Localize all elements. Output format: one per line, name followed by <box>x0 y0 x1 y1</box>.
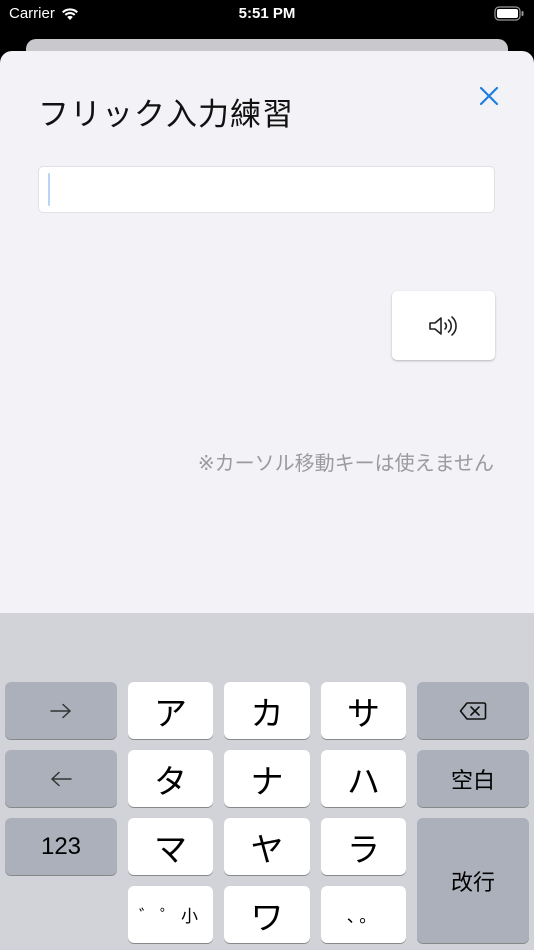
speaker-icon <box>428 315 457 336</box>
key-na[interactable]: ナ <box>224 750 310 807</box>
key-wa[interactable]: ワ <box>224 886 310 943</box>
key-a[interactable]: ア <box>128 682 213 739</box>
backspace-key[interactable] <box>417 682 529 739</box>
arrow-left-icon <box>51 771 72 786</box>
cursor-key-note: ※カーソル移動キーは使えません <box>197 451 494 475</box>
practice-sheet: フリック入力練習 ※カーソル移動キーは使えません <box>0 51 534 613</box>
key-sa[interactable]: サ <box>321 682 406 739</box>
status-time: 5:51 PM <box>238 5 296 22</box>
key-ha[interactable]: ハ <box>321 750 406 807</box>
text-caret <box>48 173 50 206</box>
speak-button[interactable] <box>392 291 495 360</box>
numbers-key[interactable]: 123 <box>5 818 117 875</box>
close-button[interactable] <box>476 83 502 109</box>
return-key[interactable]: 改行 <box>417 818 529 943</box>
arrow-right-icon <box>50 703 71 718</box>
cursor-left-key[interactable] <box>5 750 117 807</box>
key-ra[interactable]: ラ <box>321 818 406 875</box>
delete-backspace-icon <box>459 701 487 720</box>
page-title: フリック入力練習 <box>38 97 294 133</box>
key-ta[interactable]: タ <box>128 750 213 807</box>
flick-keyboard: ア カ サ タ ナ ハ 空白 123 マ ヤ ラ 改行 ゛゜小 ワ 、。 <box>0 613 534 950</box>
cursor-right-key[interactable] <box>5 682 117 739</box>
dakuten-key[interactable]: ゛゜小 <box>128 886 213 943</box>
close-icon <box>479 86 499 106</box>
space-key[interactable]: 空白 <box>417 750 529 807</box>
key-ma[interactable]: マ <box>128 818 213 875</box>
key-ka[interactable]: カ <box>224 682 310 739</box>
key-ya[interactable]: ヤ <box>224 818 310 875</box>
practice-input[interactable] <box>38 166 495 213</box>
punctuation-key[interactable]: 、。 <box>321 886 406 943</box>
status-bar: Carrier 5:51 PM <box>0 0 534 30</box>
battery-icon <box>494 6 524 21</box>
